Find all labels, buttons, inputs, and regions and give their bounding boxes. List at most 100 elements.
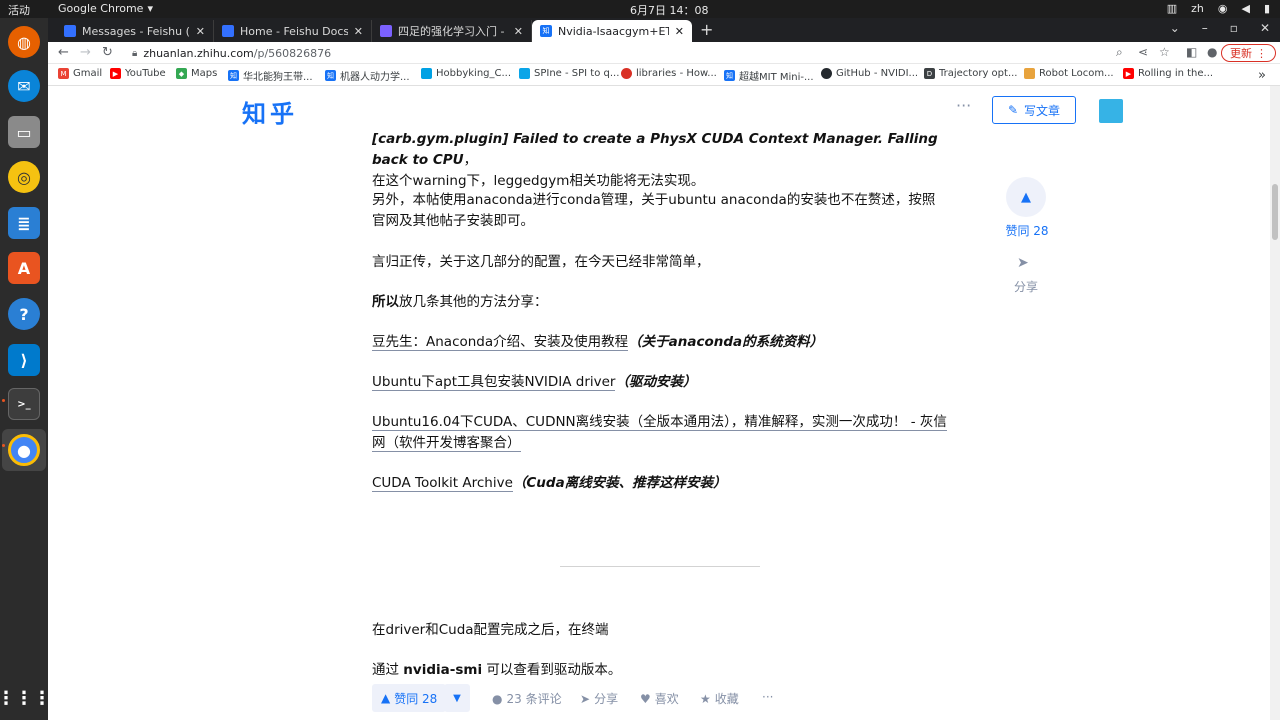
- system-tray[interactable]: ▥ zh ◉ ◀ ▮: [1167, 2, 1270, 15]
- vscode-icon[interactable]: ⟩: [8, 344, 40, 376]
- address-bar-row: ← → ↻ 🔒︎ zhuanlan.zhihu.com/p/560826876 …: [48, 42, 1280, 64]
- heart-icon: ♥: [640, 691, 651, 706]
- tab-search-icon[interactable]: ⌄: [1170, 21, 1180, 35]
- page-scrollbar[interactable]: [1270, 86, 1280, 720]
- tab-title: Nvidia-Isaacgym+ETH-leg: [558, 24, 669, 38]
- thunderbird-icon[interactable]: ✉: [8, 70, 40, 102]
- upvote-button[interactable]: ▲ 赞同 28: [372, 684, 447, 712]
- running-indicator: [2, 444, 5, 447]
- bookmark-mit-mini[interactable]: 知超越MIT Mini-...: [724, 68, 814, 83]
- terminal-icon[interactable]: >_: [8, 388, 40, 420]
- side-share-label[interactable]: 分享: [1006, 278, 1046, 295]
- bookmark-youtube[interactable]: ▶ YouTube: [110, 68, 166, 79]
- bookmarks-overflow[interactable]: »: [1258, 68, 1266, 83]
- bookmark-libraries[interactable]: libraries - How...: [621, 68, 717, 79]
- bookmark-star-icon[interactable]: ☆: [1159, 45, 1170, 59]
- update-button[interactable]: 更新 ⋮: [1221, 44, 1276, 62]
- share-label: 分享: [594, 692, 619, 706]
- minimize-icon[interactable]: –: [1202, 21, 1208, 35]
- bookmark-robot-locom[interactable]: Robot Locom...: [1024, 68, 1114, 79]
- comments-label: 23 条评论: [506, 692, 562, 706]
- collect-button[interactable]: ★ 收藏: [700, 690, 739, 707]
- software-center-icon[interactable]: A: [8, 252, 40, 284]
- smi-command: nvidia-smi: [403, 662, 483, 678]
- bookmark-label: libraries - How...: [636, 68, 717, 79]
- upvote-icon: ▲: [1021, 189, 1031, 205]
- link-cuda-toolkit-archive[interactable]: CUDA Toolkit Archive: [372, 475, 513, 492]
- bookmark-github[interactable]: GitHub - NVIDI...: [821, 68, 918, 79]
- stackexchange-icon: [621, 68, 632, 79]
- share-icon: ➤: [580, 691, 591, 706]
- new-tab-button[interactable]: +: [700, 20, 713, 39]
- close-icon[interactable]: ✕: [196, 25, 205, 38]
- maximize-icon[interactable]: ▫: [1230, 21, 1238, 35]
- intro-paragraph: 言归正传，关于这几部分的配置，在今天已经非常简单，: [372, 254, 710, 270]
- avatar[interactable]: [1099, 99, 1123, 123]
- files-icon[interactable]: ▭: [8, 116, 40, 148]
- help-icon[interactable]: ?: [8, 298, 40, 330]
- zhihu-logo[interactable]: 知乎: [242, 94, 298, 129]
- more-icon[interactable]: ···: [956, 96, 971, 115]
- bookmark-zhihu-1[interactable]: 知华北能狗王带...: [228, 68, 313, 83]
- bookmark-zhihu-2[interactable]: 知机器人动力学...: [325, 68, 410, 83]
- bookmark-label: Robot Locom...: [1039, 68, 1114, 79]
- side-share-icon[interactable]: ➤: [1017, 255, 1029, 271]
- update-label: 更新: [1230, 47, 1252, 60]
- running-indicator: [2, 399, 5, 402]
- tab-bar: Messages - Feishu (16) ✕ Home - Feishu D…: [48, 18, 1280, 42]
- clock[interactable]: 6月7日 14：08: [630, 2, 709, 18]
- url-path: /p/560826876: [253, 46, 332, 60]
- link-nvidia-driver[interactable]: Ubuntu下apt工具包安装NVIDIA driver: [372, 374, 616, 391]
- more-actions-button[interactable]: ···: [762, 690, 773, 704]
- tab-feishu-docs[interactable]: Home - Feishu Docs ✕: [214, 20, 372, 42]
- share-icon[interactable]: ⋖: [1138, 45, 1148, 59]
- downvote-button[interactable]: ▼: [444, 684, 470, 712]
- profile-icon[interactable]: ●: [1207, 45, 1217, 59]
- input-language[interactable]: zh: [1191, 2, 1204, 15]
- close-icon[interactable]: ✕: [354, 25, 363, 38]
- bookmark-rolling[interactable]: ▶ Rolling in the...: [1123, 68, 1213, 79]
- close-icon[interactable]: ✕: [514, 25, 523, 38]
- link-cuda-cudnn-offline[interactable]: Ubuntu16.04下CUDA、CUDNN离线安装（全版本通用法），精准解释，…: [372, 414, 947, 452]
- chrome-icon[interactable]: ●: [8, 434, 40, 466]
- side-upvote-button[interactable]: ▲: [1006, 177, 1046, 217]
- scrollbar-thumb[interactable]: [1272, 184, 1278, 240]
- link-note: （驱动安装）: [615, 374, 697, 390]
- side-panel-icon[interactable]: ◧: [1186, 45, 1197, 59]
- writer-icon[interactable]: ≣: [8, 207, 40, 239]
- write-article-button[interactable]: ✎ 写文章: [992, 96, 1076, 124]
- activities-button[interactable]: 活动: [8, 2, 30, 18]
- tab-feishu-rl-doc[interactable]: 四足的强化学习入门 - Feis ✕: [372, 20, 532, 42]
- close-icon[interactable]: ✕: [675, 25, 684, 38]
- zoom-icon[interactable]: ⌕: [1116, 45, 1123, 60]
- upvote-label: 赞同 28: [394, 691, 438, 706]
- comments-button[interactable]: ● 23 条评论: [492, 690, 562, 707]
- rhythmbox-icon[interactable]: ◎: [8, 161, 40, 193]
- back-icon[interactable]: ←: [58, 45, 69, 60]
- side-upvote-label[interactable]: 赞同 28: [1000, 222, 1054, 239]
- youtube-icon: ▶: [110, 68, 121, 79]
- share-paragraph: 所以放几条其他的方法分享：: [372, 292, 947, 313]
- bookmark-trajectory[interactable]: D Trajectory opt...: [924, 68, 1017, 79]
- bookmark-hobbyking[interactable]: Hobbyking_C...: [421, 68, 511, 79]
- tab-zhihu-active[interactable]: 知 Nvidia-Isaacgym+ETH-leg ✕: [532, 20, 692, 42]
- bookmark-spine[interactable]: SPIne - SPI to q...: [519, 68, 619, 79]
- show-apps-icon[interactable]: ⋮⋮⋮: [0, 682, 51, 714]
- like-button[interactable]: ♥ 喜欢: [640, 690, 679, 707]
- url-field[interactable]: 🔒︎ zhuanlan.zhihu.com/p/560826876: [132, 44, 1102, 62]
- reload-icon[interactable]: ↻: [102, 45, 113, 60]
- bookmark-gmail[interactable]: M Gmail: [58, 68, 102, 79]
- tab-feishu-messages[interactable]: Messages - Feishu (16) ✕: [56, 20, 214, 42]
- close-window-icon[interactable]: ✕: [1260, 21, 1270, 35]
- bookmark-label: 华北能狗王带...: [243, 72, 313, 83]
- link-anaconda-tutorial[interactable]: 豆先生：Anaconda介绍、安装及使用教程: [372, 334, 629, 351]
- forward-icon[interactable]: →: [80, 45, 91, 60]
- bookmark-maps[interactable]: ◆ Maps: [176, 68, 217, 79]
- share-button[interactable]: ➤ 分享: [580, 690, 618, 707]
- bookmark-label: SPIne - SPI to q...: [534, 68, 620, 79]
- firefox-icon[interactable]: ◍: [8, 26, 40, 58]
- share-rest: 放几条其他的方法分享：: [399, 294, 548, 310]
- app-menu[interactable]: Google Chrome ▾: [58, 2, 153, 15]
- lock-icon[interactable]: 🔒︎: [132, 48, 137, 59]
- github-icon: [821, 68, 832, 79]
